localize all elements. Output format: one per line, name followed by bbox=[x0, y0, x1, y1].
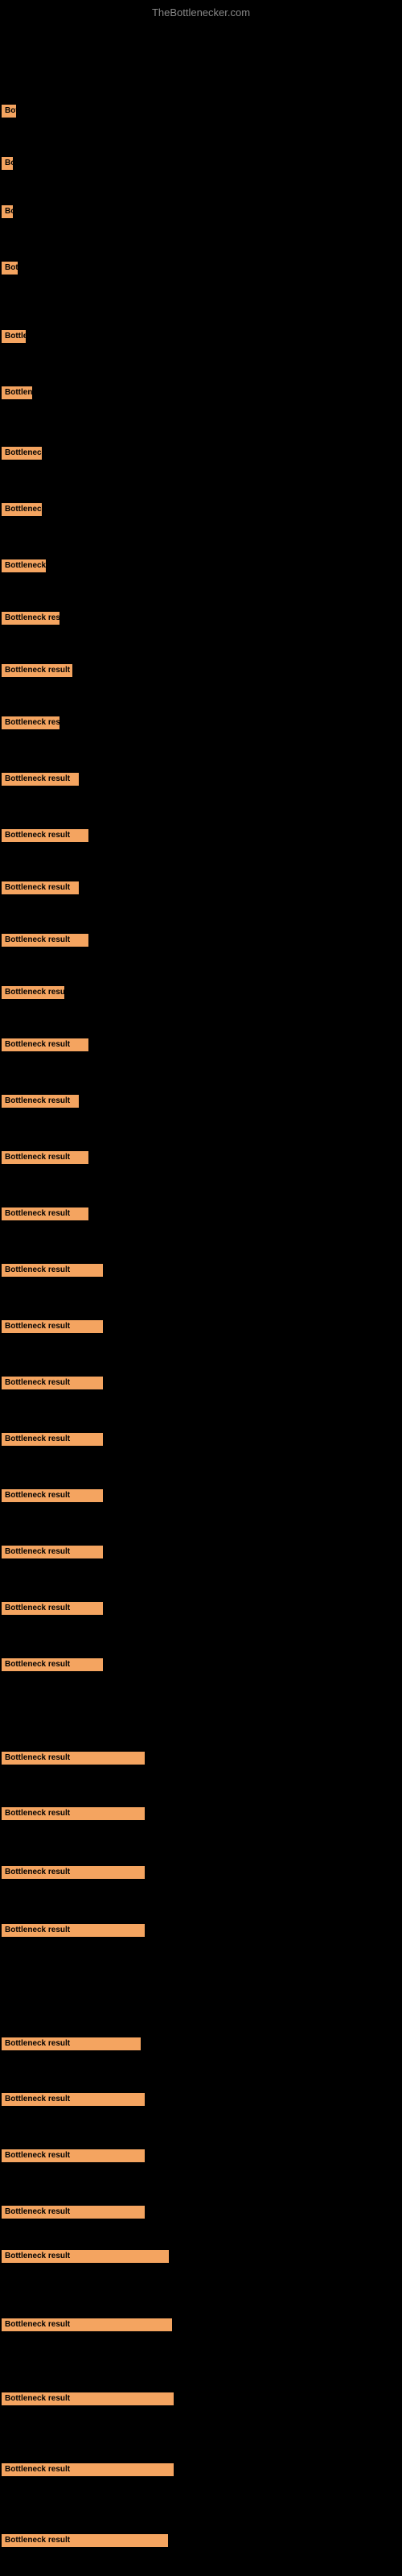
bottleneck-result-label: Bottleneck result bbox=[2, 2149, 145, 2162]
bottleneck-result-label: Bottleneck result bbox=[2, 386, 32, 399]
bottleneck-result-label: Bottleneck result bbox=[2, 1377, 103, 1389]
bottleneck-result-label: Bottleneck result bbox=[2, 2093, 145, 2106]
bottleneck-result-label: Bottleneck result bbox=[2, 205, 13, 218]
bottleneck-result-label: Bottleneck result bbox=[2, 716, 59, 729]
bottleneck-result-label: Bottleneck result bbox=[2, 2037, 141, 2050]
bottleneck-result-label: Bottleneck result bbox=[2, 105, 16, 118]
bottleneck-result-label: Bottleneck result bbox=[2, 2206, 145, 2219]
bottleneck-result-label: Bottleneck result bbox=[2, 2534, 168, 2547]
bottleneck-result-label: Bottleneck result bbox=[2, 881, 79, 894]
bottleneck-result-label: Bottleneck result bbox=[2, 2463, 174, 2476]
bottleneck-result-label: Bottleneck result bbox=[2, 1038, 88, 1051]
bottleneck-result-label: Bottleneck result bbox=[2, 447, 42, 460]
bottleneck-result-label: Bottleneck result bbox=[2, 1924, 145, 1937]
bottleneck-result-label: Bottleneck result bbox=[2, 2250, 169, 2263]
bottleneck-result-label: Bottleneck result bbox=[2, 1752, 145, 1765]
site-title: TheBottlenecker.com bbox=[152, 6, 250, 19]
bottleneck-result-label: Bottleneck result bbox=[2, 1151, 88, 1164]
bottleneck-result-label: Bottleneck result bbox=[2, 1095, 79, 1108]
bottleneck-result-label: Bottleneck result bbox=[2, 2392, 174, 2405]
bottleneck-result-label: Bottleneck result bbox=[2, 1264, 103, 1277]
bottleneck-result-label: Bottleneck result bbox=[2, 1866, 145, 1879]
bottleneck-result-label: Bottleneck result bbox=[2, 2318, 172, 2331]
bottleneck-result-label: Bottleneck result bbox=[2, 986, 64, 999]
bottleneck-result-label: Bottleneck result bbox=[2, 559, 46, 572]
bottleneck-result-label: Bottleneck result bbox=[2, 934, 88, 947]
bottleneck-result-label: Bottleneck result bbox=[2, 1208, 88, 1220]
bottleneck-result-label: Bottleneck result bbox=[2, 612, 59, 625]
bottleneck-result-label: Bottleneck result bbox=[2, 1489, 103, 1502]
bottleneck-result-label: Bottleneck result bbox=[2, 1320, 103, 1333]
bottleneck-result-label: Bottleneck result bbox=[2, 1546, 103, 1558]
bottleneck-result-label: Bottleneck result bbox=[2, 157, 13, 170]
bottleneck-result-label: Bottleneck result bbox=[2, 262, 18, 275]
bottleneck-result-label: Bottleneck result bbox=[2, 773, 79, 786]
bottleneck-result-label: Bottleneck result bbox=[2, 1658, 103, 1671]
bottleneck-result-label: Bottleneck result bbox=[2, 1433, 103, 1446]
bottleneck-result-label: Bottleneck result bbox=[2, 664, 72, 677]
bottleneck-result-label: Bottleneck result bbox=[2, 1602, 103, 1615]
bottleneck-result-label: Bottleneck result bbox=[2, 829, 88, 842]
bottleneck-result-label: Bottleneck result bbox=[2, 503, 42, 516]
bottleneck-result-label: Bottleneck result bbox=[2, 330, 26, 343]
bottleneck-result-label: Bottleneck result bbox=[2, 1807, 145, 1820]
